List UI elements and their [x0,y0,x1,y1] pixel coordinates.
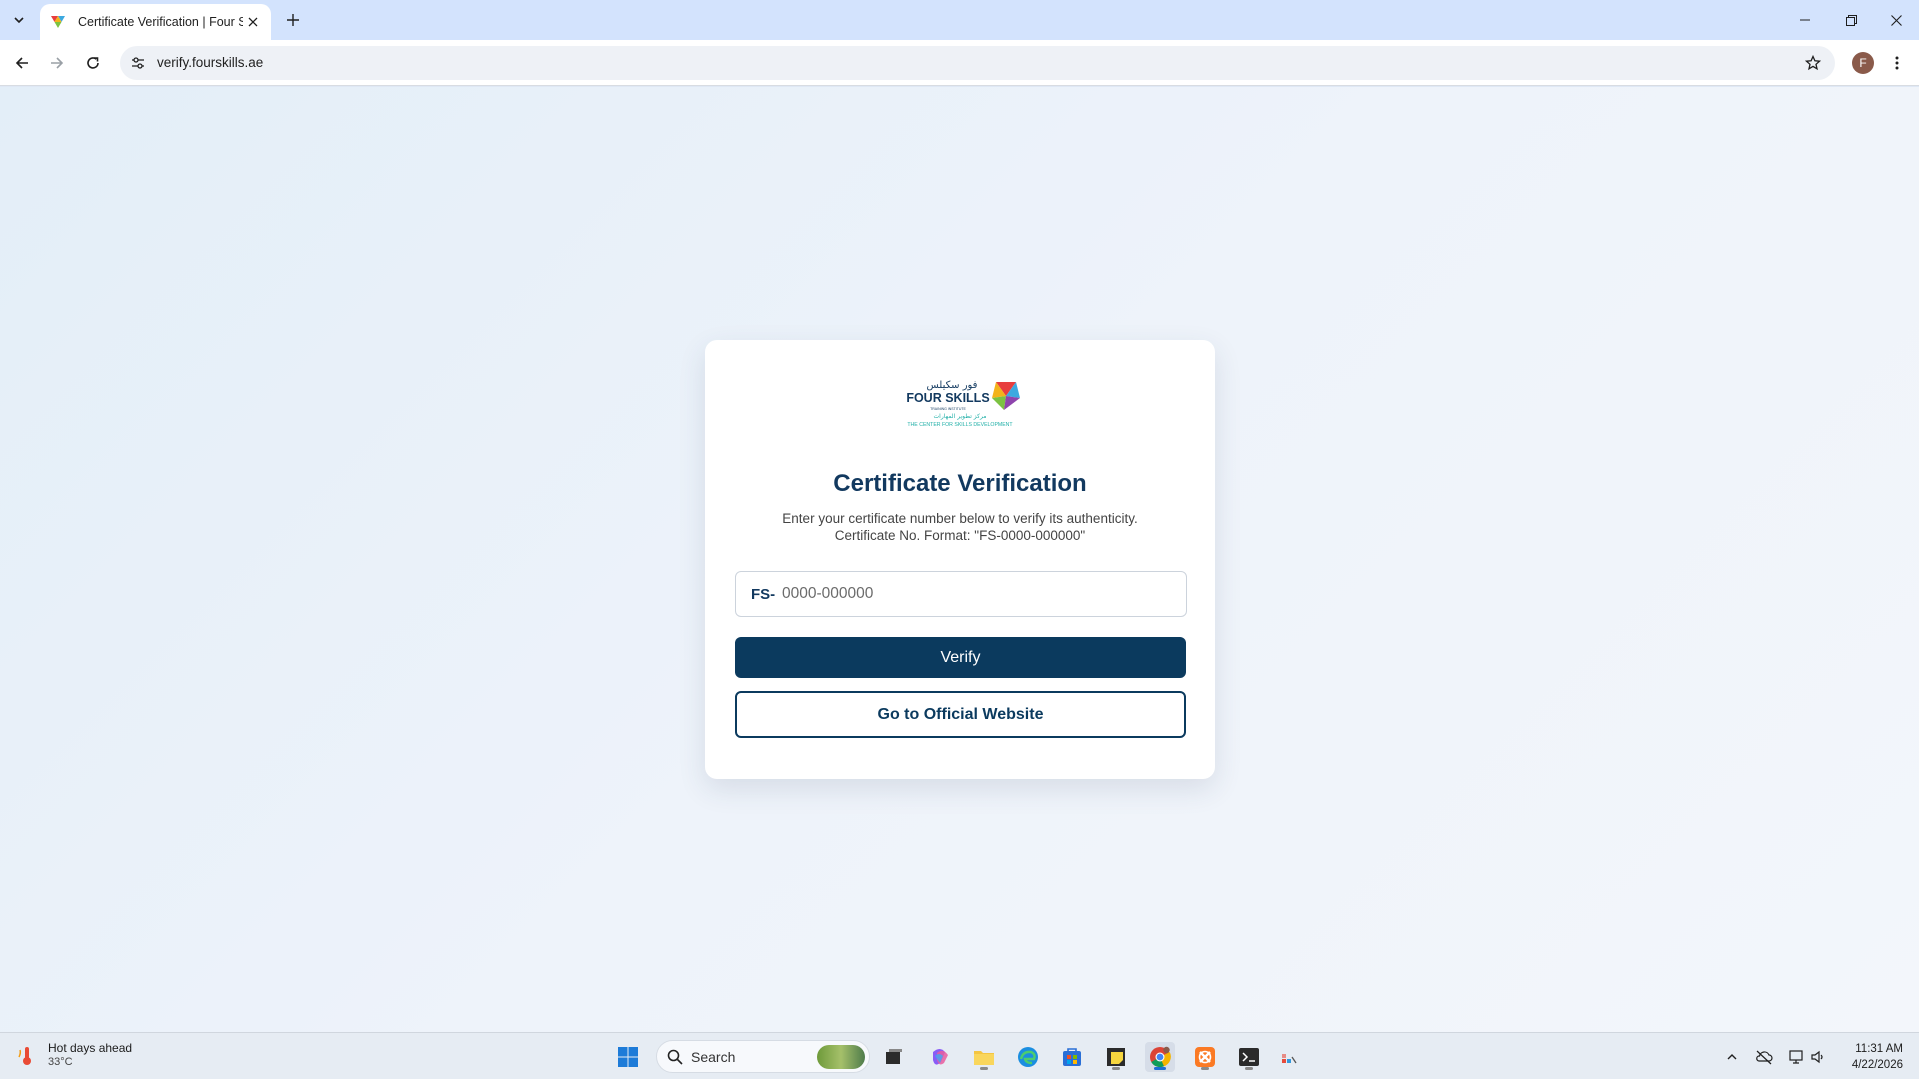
page-background: فور سكيلس FOUR SKILLS TRAINING INSTITUTE… [0,87,1919,1032]
close-window-button[interactable] [1873,0,1919,40]
sticky-notes-button[interactable] [1101,1042,1131,1072]
profile-avatar[interactable]: F [1852,52,1874,74]
reload-button[interactable] [80,50,106,76]
close-icon [1890,14,1902,26]
svg-text:مركز تطوير المهارات: مركز تطوير المهارات [934,413,987,420]
bookmark-button[interactable] [1801,51,1825,75]
close-icon [248,17,258,27]
thermometer-icon [18,1047,31,1065]
restore-icon [1845,14,1857,26]
instructions-line-2: Certificate No. Format: "FS-0000-000000" [834,528,1086,543]
taskbar-search[interactable]: Search [656,1040,870,1073]
weather-title: Hot days ahead [48,1041,133,1055]
task-view-icon [886,1049,902,1064]
xampp-icon [1195,1047,1215,1067]
system-clock[interactable]: 11:31 AM 4/22/2026 [1852,1041,1903,1073]
chrome-button[interactable] [1145,1042,1175,1072]
running-indicator [980,1067,988,1070]
folder-icon [974,1051,994,1065]
copilot-icon [933,1049,948,1065]
verify-button[interactable]: Verify [735,637,1186,678]
certificate-prefix: FS- [751,585,776,603]
cloud-off-icon [1756,1050,1773,1065]
verification-card: فور سكيلس FOUR SKILLS TRAINING INSTITUTE… [705,340,1215,779]
show-hidden-icons-button[interactable] [1722,1047,1742,1067]
running-indicator [1112,1067,1120,1070]
instructions-text: Enter your certificate number below to v… [705,510,1215,544]
network-icon [1789,1050,1803,1064]
tab-title: Certificate Verification | Four Skills [78,15,243,29]
chevron-up-icon [1727,1054,1737,1060]
chevron-down-icon [14,17,24,24]
terminal-icon [1239,1048,1259,1066]
running-indicator [1201,1067,1209,1070]
start-button[interactable] [613,1042,643,1072]
tune-icon [132,57,144,69]
certificate-input-group: FS- [735,571,1187,617]
snipping-tool-button[interactable] [1278,1042,1300,1072]
task-view-button[interactable] [879,1042,909,1072]
restore-button[interactable] [1828,0,1874,40]
plus-icon [287,14,299,26]
minimize-icon [1800,19,1810,21]
page-title: Certificate Verification [833,470,1087,497]
active-tab[interactable]: Certificate Verification | Four Skills [40,4,271,40]
arrow-left-icon [15,57,28,69]
onedrive-status-button[interactable] [1754,1047,1774,1067]
logo-arabic-text: فور سكيلس [927,380,978,391]
active-indicator [1154,1067,1166,1070]
more-vertical-icon [1895,56,1899,70]
sticky-notes-icon [1107,1048,1125,1066]
snipping-tool-icon [1282,1054,1297,1064]
windows-icon [618,1047,638,1067]
weather-temperature: 33°C [48,1056,73,1068]
browser-toolbar: verify.fourskills.ae F [0,40,1919,86]
svg-text:TRAINING INSTITUTE: TRAINING INSTITUTE [930,407,966,411]
certificate-number-input[interactable] [778,574,1186,614]
copilot-button[interactable] [925,1042,955,1072]
back-button[interactable] [9,50,35,76]
forward-button[interactable] [44,50,70,76]
clock-date: 4/22/2026 [1851,1059,1903,1071]
xampp-button[interactable] [1190,1042,1220,1072]
logo-tagline: THE CENTER FOR SKILLS DEVELOPMENT [907,422,1013,428]
url-text: verify.fourskills.ae [157,55,264,70]
site-info-button[interactable] [126,51,150,75]
browser-menu-button[interactable] [1886,52,1908,74]
four-skills-logo: فور سكيلس FOUR SKILLS TRAINING INSTITUTE… [906,380,1020,428]
search-label: Search [691,1049,736,1065]
new-tab-button[interactable] [282,9,304,31]
edge-icon [1018,1047,1038,1067]
network-button[interactable] [1786,1047,1806,1067]
store-icon [1063,1048,1081,1066]
running-indicator [1245,1067,1253,1070]
logo-english-text: FOUR SKILLS [906,391,989,405]
edge-button[interactable] [1013,1042,1043,1072]
search-highlight-image [817,1045,865,1069]
four-skills-favicon-icon [51,16,65,28]
tab-search-button[interactable] [6,8,32,32]
browser-tab-strip: Certificate Verification | Four Skills [0,0,1919,40]
terminal-button[interactable] [1234,1042,1264,1072]
instructions-line-1: Enter your certificate number below to v… [782,511,1138,526]
search-icon [667,1049,683,1065]
clock-time: 11:31 AM [1855,1043,1903,1055]
reload-icon [87,57,99,69]
star-icon [1805,55,1821,71]
store-button[interactable] [1057,1042,1087,1072]
tab-close-button[interactable] [243,12,263,32]
address-bar[interactable]: verify.fourskills.ae [120,46,1835,80]
taskbar: Hot days ahead 33°C Search 11:31 AM 4/22… [0,1032,1919,1079]
speaker-icon [1811,1050,1823,1064]
arrow-right-icon [51,57,64,69]
minimize-button[interactable] [1782,0,1828,40]
weather-widget[interactable]: Hot days ahead 33°C [16,1041,132,1068]
chrome-icon [1150,1046,1171,1068]
file-explorer-button[interactable] [969,1042,999,1072]
volume-button[interactable] [1808,1047,1828,1067]
official-website-button[interactable]: Go to Official Website [735,691,1186,738]
